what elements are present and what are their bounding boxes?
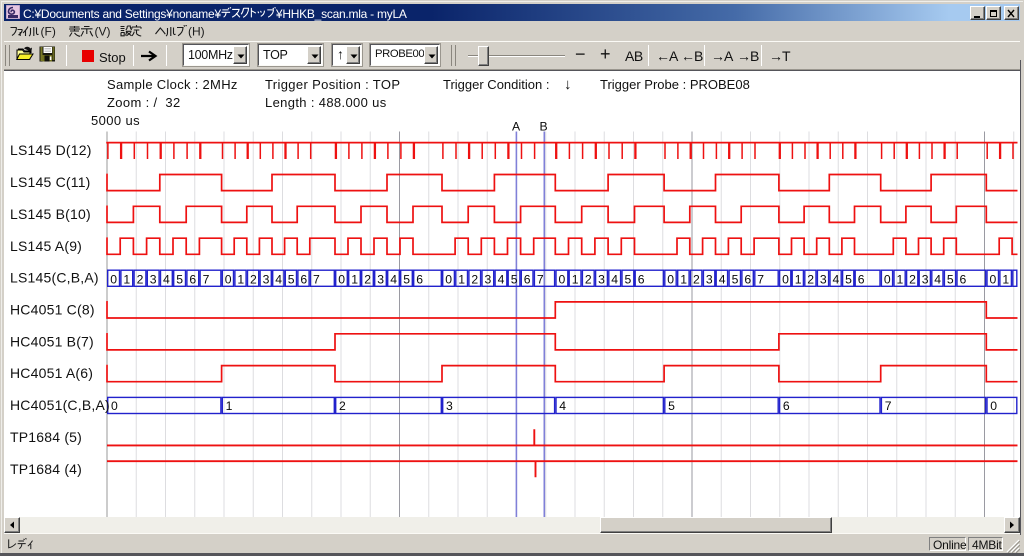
svg-text:2: 2 [250, 273, 257, 287]
svg-text:0: 0 [884, 273, 891, 287]
svg-text:5: 5 [947, 273, 954, 287]
svg-text:0: 0 [667, 273, 674, 287]
svg-text:7: 7 [885, 399, 892, 413]
svg-text:7: 7 [757, 273, 764, 287]
svg-text:0: 0 [110, 273, 117, 287]
svg-text:3: 3 [446, 399, 453, 413]
svg-text:5: 5 [511, 273, 518, 287]
svg-text:6: 6 [783, 399, 790, 413]
svg-text:B: B [540, 120, 548, 134]
svg-text:0: 0 [225, 273, 232, 287]
svg-text:5: 5 [625, 273, 632, 287]
svg-text:2: 2 [364, 273, 371, 287]
svg-text:2: 2 [585, 273, 592, 287]
svg-text:1: 1 [458, 273, 465, 287]
svg-text:3: 3 [377, 273, 384, 287]
svg-text:5: 5 [732, 273, 739, 287]
svg-text:6: 6 [524, 273, 531, 287]
svg-text:6: 6 [416, 273, 423, 287]
svg-text:2: 2 [339, 399, 346, 413]
svg-text:4: 4 [559, 399, 566, 413]
svg-text:3: 3 [150, 273, 157, 287]
svg-text:4: 4 [934, 273, 941, 287]
svg-text:A: A [512, 120, 521, 134]
svg-text:4: 4 [390, 273, 397, 287]
svg-text:6: 6 [189, 273, 196, 287]
svg-text:5: 5 [668, 399, 675, 413]
svg-text:1: 1 [1002, 273, 1009, 287]
svg-text:LS145 A(9): LS145 A(9) [10, 238, 82, 254]
svg-text:1: 1 [351, 273, 358, 287]
svg-text:4: 4 [833, 273, 840, 287]
svg-text:TP1684 (4): TP1684 (4) [10, 461, 82, 477]
svg-text:7: 7 [313, 273, 320, 287]
svg-text:7: 7 [203, 273, 210, 287]
svg-text:3: 3 [263, 273, 270, 287]
svg-text:6: 6 [960, 273, 967, 287]
svg-text:LS145(C,B,A): LS145(C,B,A) [10, 270, 99, 286]
svg-text:3: 3 [485, 273, 492, 287]
svg-text:LS145 D(12): LS145 D(12) [10, 142, 92, 158]
svg-text:1: 1 [226, 399, 233, 413]
svg-text:1: 1 [897, 273, 904, 287]
svg-text:3: 3 [598, 273, 605, 287]
svg-text:0: 0 [445, 273, 452, 287]
svg-text:1: 1 [680, 273, 687, 287]
svg-text:5: 5 [403, 273, 410, 287]
svg-text:2: 2 [807, 273, 814, 287]
svg-text:4: 4 [719, 273, 726, 287]
svg-text:TP1684 (5): TP1684 (5) [10, 429, 82, 445]
svg-text:HC4051 C(8): HC4051 C(8) [10, 302, 95, 318]
svg-text:6: 6 [858, 273, 865, 287]
svg-text:5: 5 [176, 273, 183, 287]
svg-text:6: 6 [300, 273, 307, 287]
svg-text:1: 1 [237, 273, 244, 287]
svg-text:HC4051 B(7): HC4051 B(7) [10, 333, 94, 349]
svg-text:1: 1 [572, 273, 579, 287]
svg-text:HC4051(C,B,A): HC4051(C,B,A) [10, 397, 110, 413]
svg-text:2: 2 [693, 273, 700, 287]
svg-text:2: 2 [471, 273, 478, 287]
svg-text:3: 3 [922, 273, 929, 287]
svg-text:3: 3 [820, 273, 827, 287]
svg-text:LS145 B(10): LS145 B(10) [10, 206, 91, 222]
svg-text:5: 5 [288, 273, 295, 287]
svg-text:0: 0 [338, 273, 345, 287]
svg-text:1: 1 [795, 273, 802, 287]
svg-text:5: 5 [845, 273, 852, 287]
svg-text:4: 4 [611, 273, 618, 287]
svg-text:3: 3 [706, 273, 713, 287]
svg-text:2: 2 [137, 273, 144, 287]
svg-text:0: 0 [990, 273, 997, 287]
svg-text:6: 6 [638, 273, 645, 287]
svg-text:4: 4 [275, 273, 282, 287]
svg-text:LS145 C(11): LS145 C(11) [10, 174, 91, 190]
svg-text:0: 0 [782, 273, 789, 287]
svg-text:2: 2 [909, 273, 916, 287]
svg-text:0: 0 [559, 273, 566, 287]
svg-text:6: 6 [744, 273, 751, 287]
svg-text:4: 4 [163, 273, 170, 287]
svg-text:1: 1 [123, 273, 130, 287]
svg-text:0: 0 [111, 399, 118, 413]
svg-text:7: 7 [537, 273, 544, 287]
svg-text:HC4051 A(6): HC4051 A(6) [10, 365, 93, 381]
svg-text:4: 4 [498, 273, 505, 287]
svg-text:0: 0 [990, 399, 997, 413]
